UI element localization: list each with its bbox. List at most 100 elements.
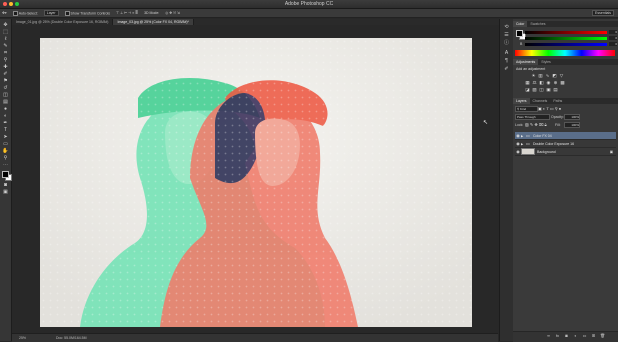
brush-settings-icon[interactable]: ✐ [503, 66, 510, 72]
layer-filter-icons[interactable]: ▣ ◐ T ▭ ⚲ ● [538, 106, 561, 111]
tab-adjustments[interactable]: Adjustments [513, 59, 539, 65]
auto-select-checkbox[interactable]: Auto-Select: [12, 10, 38, 16]
pen-tool-icon[interactable]: ✒ [2, 120, 9, 126]
quick-mask-icon[interactable]: ◙ [2, 182, 9, 188]
workspace-dropdown[interactable]: Essentials [592, 10, 614, 16]
layer-row-color-fx[interactable]: ◉ ▶ ▭ Color FX 04 [515, 132, 616, 140]
threshold-icon[interactable]: ◫ [539, 87, 544, 92]
layer-name: Color FX 04 [533, 133, 552, 138]
foreground-color-swatch[interactable] [2, 171, 9, 178]
green-slider[interactable]: G 0 [520, 36, 617, 40]
channel-mixer-icon[interactable]: ⊕ [553, 80, 558, 85]
edit-toolbar-icon[interactable]: ⋯ [2, 162, 9, 168]
history-icon[interactable]: ⟲ [503, 24, 510, 30]
opacity-input[interactable]: 100% [564, 114, 580, 120]
new-adjustment-icon[interactable]: ◐ [573, 334, 578, 338]
blur-tool-icon[interactable]: ● [2, 106, 9, 112]
new-layer-icon[interactable]: ⊞ [591, 334, 596, 338]
delete-layer-icon[interactable]: 🗑︎ [600, 334, 605, 338]
tab-image-03[interactable]: Image_03.jpg @ 25% (Color FX 04, RGB/8#)… [113, 19, 194, 25]
tab-swatches[interactable]: Swatches [527, 21, 548, 27]
shape-tool-icon[interactable]: ▭ [2, 141, 9, 147]
panel-dock: ⟲ ☰ ⓘ A ¶ ✐ [499, 19, 514, 341]
posterize-icon[interactable]: ▨ [532, 87, 537, 92]
curves-icon[interactable]: ∿ [545, 73, 550, 78]
fill-input[interactable]: 100% [564, 122, 580, 128]
gradient-tool-icon[interactable]: ▤ [2, 99, 9, 105]
layer-row-background[interactable]: ◉ Background ▣ [515, 148, 616, 156]
zoom-level[interactable]: 25% [19, 336, 26, 340]
red-value[interactable]: 0 [609, 30, 617, 34]
dodge-tool-icon[interactable]: ◐ [2, 113, 9, 119]
selective-color-icon[interactable]: ▣ [546, 87, 551, 92]
lasso-tool-icon[interactable]: ℓ [2, 36, 9, 42]
marquee-tool-icon[interactable]: ⬚ [2, 29, 9, 35]
folder-icon: ▭ [526, 133, 530, 138]
show-transform-checkbox[interactable]: Show Transform Controls [64, 10, 111, 16]
color-spectrum-ramp[interactable] [515, 50, 615, 56]
eraser-tool-icon[interactable]: ◫ [2, 92, 9, 98]
blue-slider[interactable]: B 0 [520, 42, 617, 46]
tab-channels[interactable]: Channels [530, 98, 551, 104]
screen-mode-icon[interactable]: ▣ [2, 189, 9, 195]
new-group-icon[interactable]: ▭ [582, 334, 587, 338]
lock-icons[interactable]: ▨ ✎ ✥ ⌧ 🔒︎ [525, 122, 547, 127]
healing-tool-icon[interactable]: ✚ [2, 64, 9, 70]
3d-mode-label: 3D Mode: [144, 11, 160, 15]
move-tool-icon[interactable]: ✥ [2, 22, 9, 28]
3d-mode-icons[interactable]: ◎ ✥ ⤧ ⇲ [165, 11, 180, 15]
brush-tool-icon[interactable]: ✐ [2, 71, 9, 77]
layer-style-icon[interactable]: fx [555, 334, 560, 338]
show-transform-label: Show Transform Controls [70, 10, 111, 15]
eyedropper-tool-icon[interactable]: ⚲ [2, 57, 9, 63]
align-icons[interactable]: ⊤ ⊥ ⊢ ⊣ ≡ ≣ [116, 11, 138, 15]
layer-row-double-exposure[interactable]: ◉ ▶ ▭ Double Color Exposure 16 [515, 140, 616, 148]
red-slider[interactable]: R 0 [520, 30, 617, 34]
layer-kind-filter[interactable]: ⚲ Kind [515, 106, 538, 112]
levels-icon[interactable]: ▥ [538, 73, 543, 78]
document-canvas[interactable] [40, 38, 472, 327]
hand-tool-icon[interactable]: ✋ [2, 148, 9, 154]
quick-select-tool-icon[interactable]: ✎ [2, 43, 9, 49]
color-lookup-icon[interactable]: ▩ [560, 80, 565, 85]
character-icon[interactable]: A [503, 50, 510, 56]
color-panel-foreground[interactable] [516, 30, 523, 37]
blend-mode-dropdown[interactable]: Pass Through [515, 114, 550, 120]
color-balance-icon[interactable]: ⚖ [532, 80, 537, 85]
document-size[interactable]: Doc: 55.0M/164.5M [56, 336, 87, 340]
gradient-map-icon[interactable]: ▤ [553, 87, 558, 92]
add-adjustment-heading: Add an adjustment [516, 67, 546, 71]
info-icon[interactable]: ⓘ [503, 40, 510, 46]
crop-tool-icon[interactable]: ⌗ [2, 50, 9, 56]
blue-value[interactable]: 0 [609, 42, 617, 46]
photo-filter-icon[interactable]: ◉ [546, 80, 551, 85]
invert-icon[interactable]: ◪ [525, 87, 530, 92]
type-tool-icon[interactable]: T [2, 127, 9, 133]
tab-paths[interactable]: Paths [550, 98, 565, 104]
paragraph-icon[interactable]: ¶ [503, 58, 510, 64]
move-tool-icon[interactable]: ✥▾ [2, 11, 7, 15]
zoom-tool-icon[interactable]: ⚲ [2, 155, 9, 161]
exposure-icon[interactable]: ◩ [552, 73, 557, 78]
brightness-contrast-icon[interactable]: ☀ [531, 73, 536, 78]
vibrance-icon[interactable]: ▽ [559, 73, 564, 78]
cursor-icon: ↖ [483, 120, 489, 126]
history-brush-tool-icon[interactable]: ↺ [2, 85, 9, 91]
add-mask-icon[interactable]: ◙ [564, 334, 569, 338]
lock-label: Lock: [515, 123, 524, 127]
black-white-icon[interactable]: ◧ [539, 80, 544, 85]
tab-layers[interactable]: Layers [513, 98, 530, 104]
hue-saturation-icon[interactable]: ▦ [525, 80, 530, 85]
tab-image-01[interactable]: Image_01.jpg @ 25% (Double Color Exposur… [12, 19, 114, 25]
link-layers-icon[interactable]: ∞ [546, 334, 551, 338]
path-select-tool-icon[interactable]: ➤ [2, 134, 9, 140]
properties-icon[interactable]: ☰ [503, 32, 510, 38]
kind-filter-label: Kind [520, 107, 527, 111]
auto-select-dropdown[interactable]: Layer [43, 10, 59, 16]
stamp-tool-icon[interactable]: ⚑ [2, 78, 9, 84]
tab-color[interactable]: Color [513, 21, 528, 27]
layer-name: Background [537, 149, 556, 154]
tab-styles[interactable]: Styles [538, 59, 554, 65]
green-value[interactable]: 0 [609, 36, 617, 40]
fill-label: Fill: [555, 123, 561, 127]
